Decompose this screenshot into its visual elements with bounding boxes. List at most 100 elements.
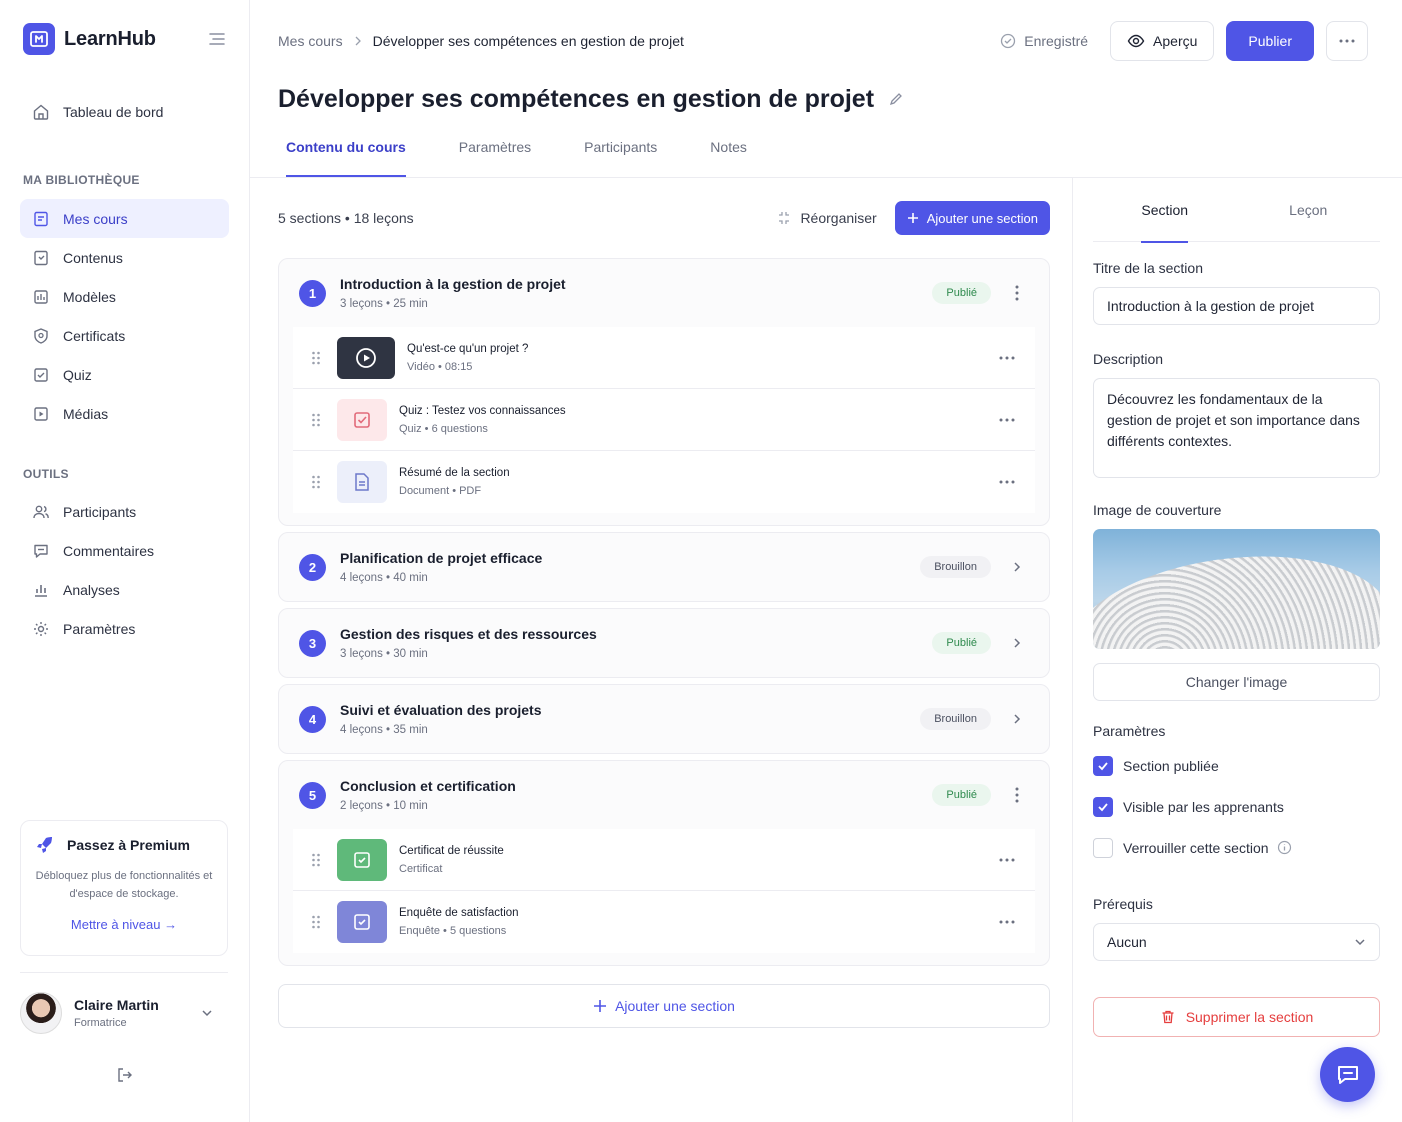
logout-icon[interactable] (116, 1066, 134, 1084)
gear-icon (31, 619, 51, 639)
reorder-button[interactable]: Réorganiser (777, 210, 877, 226)
section-header[interactable]: 2 Planification de projet efficace 4 leçon… (279, 533, 1049, 601)
lesson-list: Certificat de réussite Certificat Enquête … (279, 829, 1049, 965)
ellipsis-icon[interactable] (999, 480, 1015, 484)
checkbox[interactable] (1093, 755, 1113, 776)
chevron-right-icon (353, 36, 363, 46)
reorder-label: Réorganiser (800, 210, 877, 226)
tab-1[interactable]: Paramètres (459, 116, 531, 177)
lesson-title: Enquête de satisfaction (399, 907, 519, 919)
sidebar-item-book[interactable]: Mes cours (20, 199, 229, 238)
tab-2[interactable]: Participants (584, 116, 657, 177)
breadcrumb-courses[interactable]: Mes cours (278, 33, 343, 49)
checkbox[interactable] (1093, 796, 1113, 817)
section-title-input[interactable]: Introduction à la gestion de projet (1093, 287, 1380, 325)
quiz-icon (31, 365, 51, 385)
delete-section-button[interactable]: Supprimer la section (1093, 997, 1380, 1037)
ellipsis-icon (1339, 39, 1355, 43)
lesson-row[interactable]: Résumé de la section Document • PDF (293, 451, 1035, 513)
sidebar-item-users[interactable]: Participants (20, 492, 229, 531)
ellipsis-icon[interactable] (999, 920, 1015, 924)
chevron-right-icon[interactable] (1005, 713, 1029, 725)
lesson-meta: Certificat (399, 862, 443, 875)
section-header[interactable]: 3 Gestion des risques et des ressources 3 … (279, 609, 1049, 677)
section-number: 2 (299, 553, 326, 581)
preview-label: Aperçu (1153, 33, 1198, 49)
status-badge: Brouillon (920, 708, 991, 730)
sidebar-item-quiz-label: Quiz (63, 366, 92, 383)
chevron-right-icon[interactable] (1005, 637, 1029, 649)
sidebar-item-quiz[interactable]: Quiz (20, 355, 229, 394)
section-header[interactable]: 1 Introduction à la gestion de projet 3 le… (279, 259, 1049, 327)
file-icon (31, 248, 51, 268)
sidebar-item-users-label: Participants (63, 503, 137, 520)
user-profile[interactable]: Claire Martin Formatrice (20, 972, 228, 1052)
section-meta: 4 leçons • 35 min (340, 724, 428, 736)
kebab-menu-icon[interactable] (1005, 285, 1029, 301)
lesson-row[interactable]: Certificat de réussite Certificat (293, 829, 1035, 891)
publish-button[interactable]: Publier (1226, 21, 1314, 61)
more-options-button[interactable] (1326, 21, 1368, 61)
info-icon[interactable] (1277, 840, 1292, 855)
edit-pencil-icon[interactable] (888, 91, 904, 107)
sidebar-item-comment[interactable]: Commentaires (20, 531, 229, 570)
cover-label: Image de couverture (1093, 502, 1222, 518)
panel-tab-lesson[interactable]: Leçon (1237, 178, 1381, 241)
eye-icon (1127, 32, 1145, 50)
sidebar-item-chart[interactable]: Analyses (20, 570, 229, 609)
sidebar-item-certificate[interactable]: Certificats (20, 316, 229, 355)
menu-toggle-icon[interactable] (208, 30, 226, 48)
lesson-row[interactable]: Qu'est-ce qu'un projet ? Vidéo • 08:15 (293, 327, 1035, 389)
lesson-row[interactable]: Quiz : Testez vos connaissances Quiz • 6 … (293, 389, 1035, 451)
chart-icon (31, 580, 51, 600)
prereq-value: Aucun (1107, 934, 1147, 950)
premium-promo: Passez à Premium Débloquez plus de fonct… (20, 820, 228, 956)
brand-name: LearnHub (64, 27, 156, 50)
prereq-select[interactable]: Aucun (1093, 923, 1380, 961)
status-badge: Publié (932, 632, 991, 654)
tab-0[interactable]: Contenu du cours (286, 116, 406, 177)
preview-button[interactable]: Aperçu (1110, 21, 1215, 61)
ellipsis-icon[interactable] (999, 356, 1015, 360)
setting-checkbox-row[interactable]: Verrouiller cette section (1093, 827, 1380, 868)
plus-icon (907, 212, 919, 224)
description-textarea[interactable]: Découvrez les fondamentaux de la gestion… (1093, 378, 1380, 478)
drag-handle-icon[interactable] (311, 474, 321, 490)
drag-handle-icon[interactable] (311, 914, 321, 930)
section-header[interactable]: 4 Suivi et évaluation des projets 4 leçons… (279, 685, 1049, 753)
checkbox[interactable] (1093, 837, 1113, 858)
sidebar-item-file[interactable]: Contenus (20, 238, 229, 277)
course-section: 3 Gestion des risques et des ressources 3 … (278, 608, 1050, 678)
chevron-down-icon[interactable] (200, 1006, 214, 1020)
section-header[interactable]: 5 Conclusion et certification 2 leçons • 1… (279, 761, 1049, 829)
add-section-bottom-button[interactable]: Ajouter une section (278, 984, 1050, 1028)
chevron-right-icon[interactable] (1005, 561, 1029, 573)
setting-checkbox-row[interactable]: Section publiée (1093, 745, 1380, 786)
panel-tab-section[interactable]: Section (1093, 178, 1237, 243)
comment-icon (31, 541, 51, 561)
status-badge: Publié (932, 784, 991, 806)
tab-3[interactable]: Notes (710, 116, 747, 177)
lesson-row[interactable]: Enquête de satisfaction Enquête • 5 quest… (293, 891, 1035, 953)
drag-handle-icon[interactable] (311, 412, 321, 428)
ellipsis-icon[interactable] (999, 858, 1015, 862)
sidebar-item-book-label: Mes cours (63, 210, 128, 227)
setting-checkbox-row[interactable]: Visible par les apprenants (1093, 786, 1380, 827)
upgrade-link[interactable]: Mettre à niveau → (35, 917, 213, 932)
lesson-meta: Quiz • 6 questions (399, 422, 488, 435)
drag-handle-icon[interactable] (311, 852, 321, 868)
save-status-label: Enregistré (1024, 33, 1089, 49)
change-image-button[interactable]: Changer l'image (1093, 663, 1380, 701)
prereq-label: Prérequis (1093, 896, 1153, 912)
ellipsis-icon[interactable] (999, 418, 1015, 422)
kebab-menu-icon[interactable] (1005, 787, 1029, 803)
lesson-title: Certificat de réussite (399, 844, 504, 857)
drag-handle-icon[interactable] (311, 350, 321, 366)
sidebar-item-gear[interactable]: Paramètres (20, 609, 229, 648)
lesson-meta: Document • PDF (399, 485, 482, 497)
add-section-button[interactable]: Ajouter une section (894, 201, 1050, 235)
sidebar-item-media[interactable]: Médias (20, 394, 229, 433)
chat-button[interactable] (1320, 1047, 1375, 1102)
sidebar-item-template[interactable]: Modèles (20, 277, 229, 316)
nav-dashboard[interactable]: Tableau de bord (20, 92, 229, 131)
